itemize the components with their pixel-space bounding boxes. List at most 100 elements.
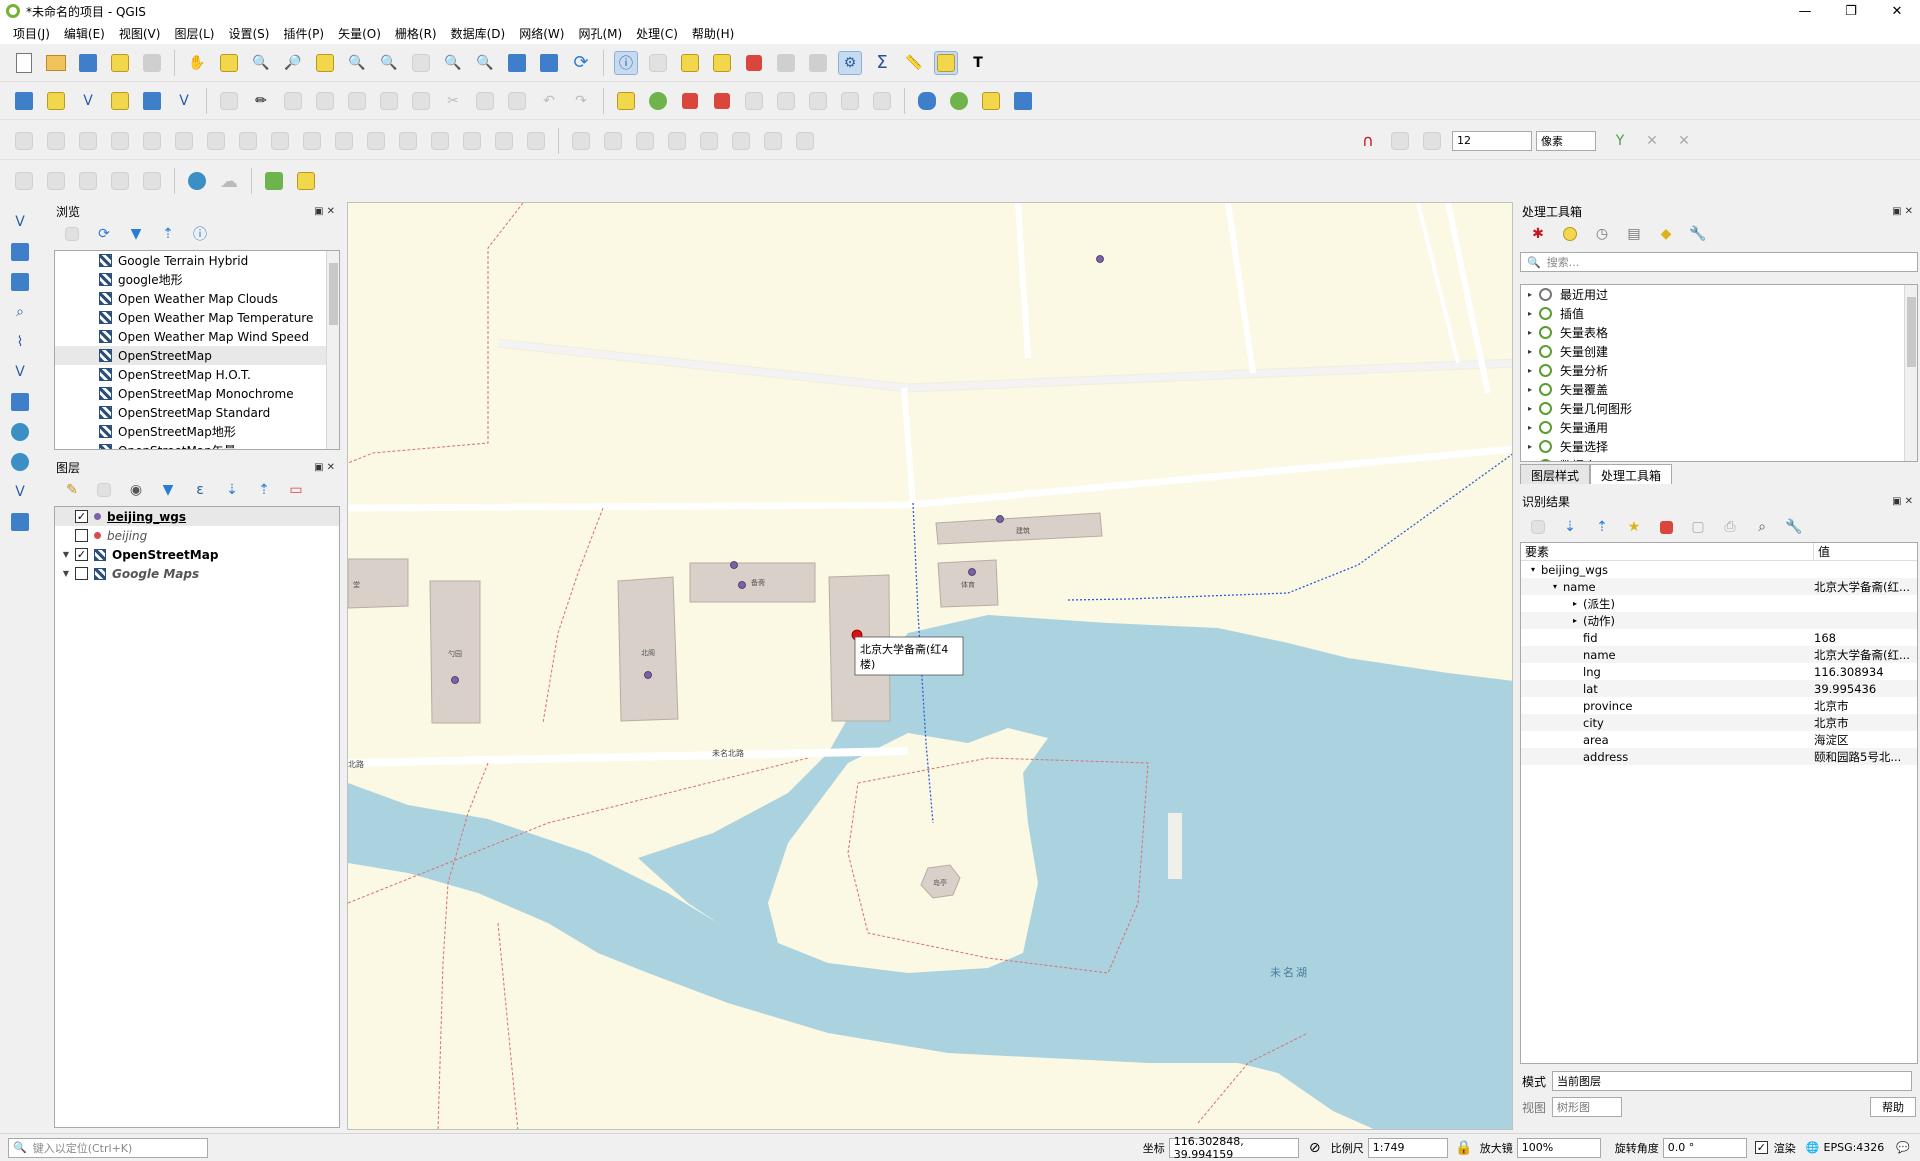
- expand-new-results-icon[interactable]: ★: [1622, 515, 1646, 539]
- menu-item[interactable]: 处理(C): [629, 25, 685, 42]
- menu-item[interactable]: 视图(V): [112, 25, 168, 42]
- map-svg[interactable]: 岛亭 建筑 备斋 体育 北阁 勺园 堂 未名北路 北路 未名湖 北京大学备斋(红…: [348, 203, 1513, 1130]
- layer-item[interactable]: ▼ Google Maps: [55, 564, 339, 583]
- browser-item[interactable]: google地形: [55, 270, 339, 289]
- locator-input[interactable]: 🔍 键入以定位(Ctrl+K): [8, 1137, 208, 1158]
- layer-item[interactable]: ▼ ✓ OpenStreetMap: [55, 545, 339, 564]
- vertex-tool-icon[interactable]: [345, 89, 369, 113]
- add-mesh-layer-icon[interactable]: [8, 270, 32, 294]
- redo-icon[interactable]: ↷: [569, 89, 593, 113]
- offset-curve-icon[interactable]: [236, 129, 260, 153]
- topological-edit-icon[interactable]: Y: [1608, 129, 1632, 153]
- zoom-layer-icon[interactable]: 🔍: [377, 51, 401, 75]
- value-column-header[interactable]: 值: [1814, 543, 1914, 560]
- identify-mode-icon[interactable]: ⌕: [1750, 515, 1774, 539]
- shape-ellipse-icon[interactable]: [793, 129, 817, 153]
- collapse-all-icon[interactable]: ⇡: [1590, 515, 1614, 539]
- identify-attribute-row[interactable]: lat 39.995436: [1521, 680, 1917, 697]
- identify-settings-icon[interactable]: 🔧: [1782, 515, 1806, 539]
- layer-styling-icon[interactable]: ✎: [60, 478, 84, 502]
- cloud-icon[interactable]: ☁: [217, 169, 241, 193]
- manage-themes-icon[interactable]: ◉: [124, 478, 148, 502]
- magnifier-spinbox[interactable]: 100%: [1516, 1137, 1601, 1158]
- split-features-icon[interactable]: [268, 129, 292, 153]
- pan-hand-icon[interactable]: ✋: [185, 51, 209, 75]
- rotate-point-icon[interactable]: [396, 129, 420, 153]
- layer-item[interactable]: beijing: [55, 526, 339, 545]
- menu-item[interactable]: 数据库(D): [444, 25, 513, 42]
- database-icon[interactable]: [915, 89, 939, 113]
- expand-arrow-icon[interactable]: ▸: [1521, 423, 1539, 432]
- move-label-icon[interactable]: [742, 89, 766, 113]
- expand-all-icon[interactable]: ⇣: [1558, 515, 1582, 539]
- new-temp-layer-icon[interactable]: [140, 89, 164, 113]
- browser-item[interactable]: OpenStreetMap Monochrome: [55, 384, 339, 403]
- mode-select[interactable]: 当前图层: [1552, 1071, 1912, 1091]
- new-geopackage-icon[interactable]: [44, 89, 68, 113]
- search-plugin-icon[interactable]: [262, 169, 286, 193]
- filter-expression-icon[interactable]: ε: [188, 478, 212, 502]
- zoom-next-icon[interactable]: 🔍: [473, 51, 497, 75]
- add-postgis-icon[interactable]: [8, 390, 32, 414]
- browser-item[interactable]: Google Terrain Hybrid: [55, 251, 339, 270]
- pin-labels-icon[interactable]: [678, 89, 702, 113]
- add-raster-layer-icon[interactable]: [8, 240, 32, 264]
- menu-item[interactable]: 网络(W): [512, 25, 571, 42]
- expand-arrow-icon[interactable]: ▸: [1521, 328, 1539, 337]
- expand-arrow-icon[interactable]: ▼: [59, 569, 73, 578]
- unpin-icon[interactable]: [870, 89, 894, 113]
- merge-attributes-icon[interactable]: [364, 129, 388, 153]
- map-canvas[interactable]: 岛亭 建筑 备斋 体育 北阁 勺园 堂 未名北路 北路 未名湖 北京大学备斋(红…: [347, 202, 1513, 1130]
- layer-visibility-checkbox[interactable]: [75, 529, 88, 542]
- filter-legend-icon[interactable]: ▼: [156, 478, 180, 502]
- reverse-line-icon[interactable]: [633, 129, 657, 153]
- coordinate-field[interactable]: 116.302848, 39.994159: [1168, 1135, 1299, 1161]
- poi-point[interactable]: [1096, 255, 1104, 263]
- processing-tree[interactable]: ▸ 最近用过 ▸ 插值 ▸ 矢量表格 ▸ 矢量创建 ▸ 矢量分析 ▸ 矢量覆盖 ▸ 矢量几何图形 ▸ 矢量通用…: [1520, 284, 1918, 462]
- expand-tree-icon[interactable]: [1526, 515, 1550, 539]
- browser-item[interactable]: Open Weather Map Wind Speed: [55, 327, 339, 346]
- zoom-out-icon[interactable]: 🔎: [281, 51, 305, 75]
- expand-arrow-icon[interactable]: ▸: [1521, 290, 1539, 299]
- menu-item[interactable]: 插件(P): [276, 25, 331, 42]
- history-clock-icon[interactable]: ◷: [1590, 222, 1614, 246]
- help-icon[interactable]: [1011, 89, 1035, 113]
- browser-item[interactable]: Open Weather Map Clouds: [55, 289, 339, 308]
- new-map-view-icon[interactable]: [505, 51, 529, 75]
- identify-group-row[interactable]: ▸ (派生): [1521, 595, 1917, 612]
- field-calculator-icon[interactable]: [806, 51, 830, 75]
- attribute-table-icon[interactable]: [774, 51, 798, 75]
- label-tool-icon[interactable]: [614, 89, 638, 113]
- models-icon[interactable]: ✱: [1526, 222, 1550, 246]
- processing-group[interactable]: ▸ 矢量几何图形: [1521, 399, 1917, 418]
- measure-icon[interactable]: 📏: [902, 51, 926, 75]
- menu-item[interactable]: 项目(J): [6, 25, 57, 42]
- help-button[interactable]: 帮助: [1870, 1097, 1916, 1117]
- chart-plugin-icon[interactable]: [294, 169, 318, 193]
- maximize-button[interactable]: ❐: [1828, 0, 1874, 22]
- rotate-feature-icon[interactable]: [492, 129, 516, 153]
- delete-selected-icon[interactable]: [409, 89, 433, 113]
- save-project-icon[interactable]: [76, 51, 100, 75]
- processing-scrollbar[interactable]: [1904, 285, 1917, 461]
- panel-float-close-icon[interactable]: ▣✕: [1892, 206, 1916, 217]
- poi-point[interactable]: [738, 581, 746, 589]
- tree-arrow-icon[interactable]: ▾: [1521, 582, 1563, 591]
- expand-arrow-icon[interactable]: ▸: [1521, 385, 1539, 394]
- browser-scrollbar[interactable]: [326, 251, 339, 449]
- move-feature-icon[interactable]: [460, 129, 484, 153]
- copy-icon[interactable]: [473, 89, 497, 113]
- undo-icon[interactable]: ↶: [537, 89, 561, 113]
- options-wrench-icon[interactable]: 🔧: [1686, 222, 1710, 246]
- processing-search-input[interactable]: 🔍 搜索...: [1520, 252, 1918, 272]
- dock-tab[interactable]: 处理工具箱: [1590, 464, 1673, 484]
- identify-attribute-row[interactable]: address 颐和园路5号北...: [1521, 748, 1917, 765]
- clear-results-icon[interactable]: [1654, 515, 1678, 539]
- save-edits-icon[interactable]: [281, 89, 305, 113]
- poi-point[interactable]: [451, 676, 459, 684]
- add-wfs-icon[interactable]: [8, 450, 32, 474]
- delete-ring-icon[interactable]: [140, 129, 164, 153]
- add-selected-icon[interactable]: [60, 222, 84, 246]
- menu-item[interactable]: 矢量(O): [331, 25, 388, 42]
- processing-group[interactable]: ▸ 矢量选择: [1521, 437, 1917, 456]
